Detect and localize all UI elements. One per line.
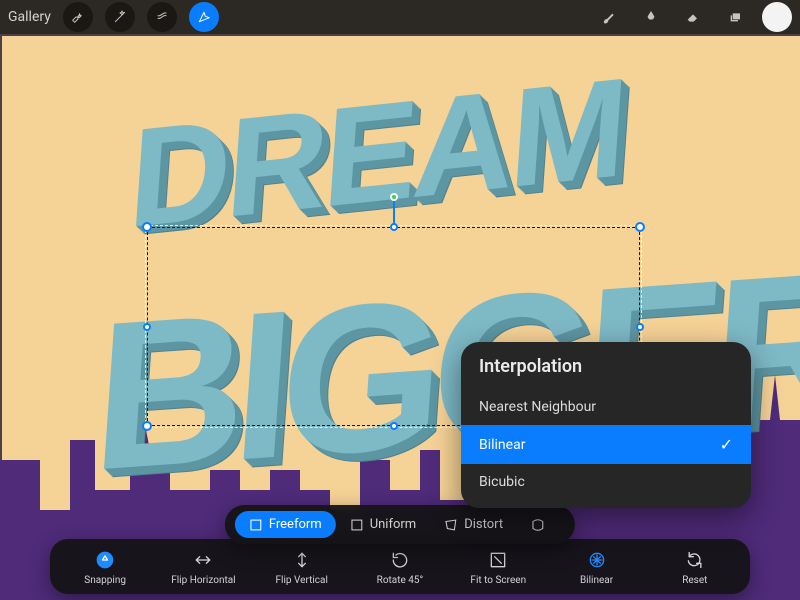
action-interpolation[interactable]: Bilinear xyxy=(557,549,637,586)
eraser-icon[interactable] xyxy=(678,2,708,32)
smudge-icon[interactable] xyxy=(636,2,666,32)
popover-title: Interpolation xyxy=(461,356,751,389)
mode-distort[interactable]: Distort xyxy=(430,511,517,538)
top-toolbar: Gallery xyxy=(0,0,800,34)
interpolation-icon xyxy=(586,549,608,571)
canvas-border xyxy=(0,34,800,36)
flip-horizontal-icon xyxy=(192,549,214,571)
action-flip-vertical[interactable]: Flip Vertical xyxy=(262,549,342,586)
transform-mode-bar: Freeform Uniform Distort xyxy=(225,505,575,544)
action-flip-horizontal[interactable]: Flip Horizontal xyxy=(163,549,243,586)
snapping-icon xyxy=(94,549,116,571)
action-fit-to-screen[interactable]: Fit to Screen xyxy=(458,549,538,586)
transform-actions-bar: Snapping Flip Horizontal Flip Vertical R… xyxy=(50,539,750,594)
action-reset[interactable]: Reset xyxy=(655,549,735,586)
check-icon: ✓ xyxy=(720,435,733,454)
mode-freeform[interactable]: Freeform xyxy=(235,511,336,538)
artwork-text-dream: DREAM xyxy=(124,45,629,260)
wrench-icon[interactable] xyxy=(63,2,93,32)
brush-icon[interactable] xyxy=(594,2,624,32)
reset-icon xyxy=(684,549,706,571)
interp-option-bicubic[interactable]: Bicubic xyxy=(461,464,751,500)
mode-warp-partial[interactable] xyxy=(517,512,565,538)
layers-icon[interactable] xyxy=(720,2,750,32)
interp-option-nearest[interactable]: Nearest Neighbour xyxy=(461,389,751,425)
interp-option-bilinear[interactable]: Bilinear ✓ xyxy=(461,425,751,464)
interpolation-popover: Interpolation Nearest Neighbour Bilinear… xyxy=(461,342,751,508)
transform-tool-icon[interactable] xyxy=(189,2,219,32)
flip-vertical-icon xyxy=(291,549,313,571)
action-rotate-45[interactable]: Rotate 45° xyxy=(360,549,440,586)
handle-tr[interactable] xyxy=(635,222,645,232)
mode-uniform[interactable]: Uniform xyxy=(336,511,431,538)
selection-tool-icon[interactable] xyxy=(147,2,177,32)
color-well[interactable] xyxy=(762,2,792,32)
action-snapping[interactable]: Snapping xyxy=(65,549,145,586)
rotate-icon xyxy=(389,549,411,571)
wand-icon[interactable] xyxy=(105,2,135,32)
gallery-link[interactable]: Gallery xyxy=(8,9,51,25)
fit-to-screen-icon xyxy=(487,549,509,571)
